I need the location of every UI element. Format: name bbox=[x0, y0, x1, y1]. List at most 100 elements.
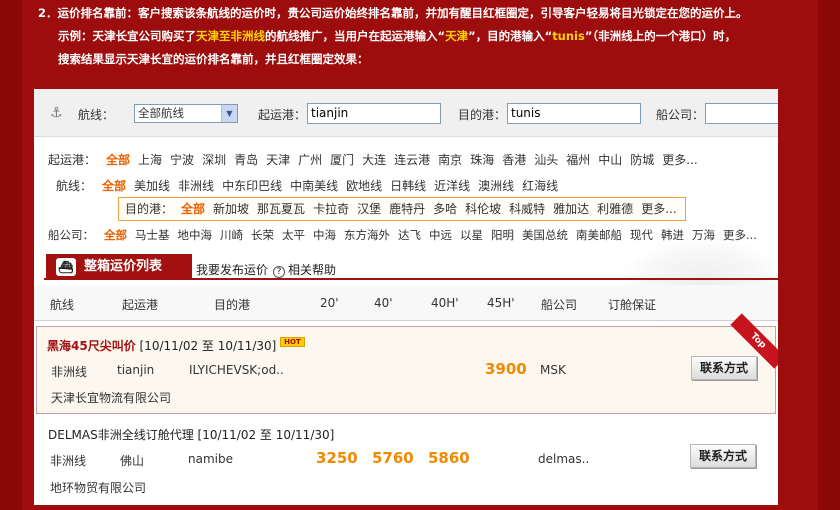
filter-item[interactable]: 非洲线 bbox=[178, 179, 214, 193]
route-select[interactable]: 全部航线 ▼ bbox=[134, 104, 238, 123]
filter-key: 起运港： bbox=[48, 153, 97, 167]
filter-item-all[interactable]: 全部 bbox=[181, 202, 205, 216]
filter-item[interactable]: 中南美线 bbox=[290, 179, 338, 193]
filter-item[interactable]: 以星 bbox=[460, 228, 483, 242]
filter-item[interactable]: 红海线 bbox=[522, 179, 558, 193]
tab-bar: ⛴ 整箱运价列表 我要发布运价 ? 相关帮助 bbox=[44, 254, 778, 280]
help-link[interactable]: ? 相关帮助 bbox=[273, 261, 336, 278]
filter-item[interactable]: 中海 bbox=[313, 228, 336, 242]
filter-item[interactable]: 澳洲线 bbox=[478, 179, 514, 193]
filter-item[interactable]: 雅加达 bbox=[553, 202, 589, 216]
filter-more[interactable]: 更多... bbox=[641, 202, 676, 216]
intro-text-part: ”，目的港输入“ bbox=[468, 29, 553, 43]
filter-item-all[interactable]: 全部 bbox=[106, 153, 130, 167]
filter-item[interactable]: 香港 bbox=[502, 153, 526, 167]
filter-item[interactable]: 中远 bbox=[429, 228, 452, 242]
search-bar: ⚓ 航线： 全部航线 ▼ 起运港： tianjin 目的港： tunis 船公司： bbox=[34, 89, 778, 137]
row-company[interactable]: 天津长宜物流有限公司 bbox=[51, 389, 171, 406]
filter-item[interactable]: 鹿特丹 bbox=[389, 202, 425, 216]
filter-item[interactable]: 日韩线 bbox=[390, 179, 426, 193]
filter-item[interactable]: 欧地线 bbox=[346, 179, 382, 193]
filter-item[interactable]: 阳明 bbox=[491, 228, 514, 242]
filter-item[interactable]: 中山 bbox=[598, 153, 622, 167]
filter-item[interactable]: 厦门 bbox=[330, 153, 354, 167]
filter-item[interactable]: 现代 bbox=[630, 228, 653, 242]
row-dates: [10/11/02 至 10/11/30] bbox=[197, 428, 335, 442]
publish-rate-link[interactable]: 我要发布运价 bbox=[196, 261, 268, 278]
carrier-input[interactable] bbox=[705, 103, 778, 124]
filter-item[interactable]: 那瓦夏瓦 bbox=[257, 202, 305, 216]
filter-key: 航线： bbox=[56, 179, 93, 193]
filter-item[interactable]: 达飞 bbox=[398, 228, 421, 242]
row-title-text: DELMAS非洲全线订舱代理 bbox=[48, 428, 194, 442]
row-carrier: delmas.. bbox=[538, 452, 590, 466]
contact-button[interactable]: 联系方式 bbox=[690, 444, 756, 468]
filter-item[interactable]: 南美邮船 bbox=[576, 228, 622, 242]
filter-item[interactable]: 大连 bbox=[362, 153, 386, 167]
filter-item-all[interactable]: 全部 bbox=[102, 179, 126, 193]
filter-item[interactable]: 韩进 bbox=[661, 228, 684, 242]
price-45h: 3900 bbox=[485, 360, 527, 378]
intro-line-2: 示例：天津长宜公司购买了天津至非洲线的航线推广，当用户在起运港输入“天津”，目的… bbox=[38, 25, 828, 48]
filter-item[interactable]: 利雅德 bbox=[597, 202, 633, 216]
filter-item[interactable]: 美国总统 bbox=[522, 228, 568, 242]
filter-item[interactable]: 多哈 bbox=[433, 202, 457, 216]
filter-item[interactable]: 科威特 bbox=[509, 202, 545, 216]
filter-item[interactable]: 太平 bbox=[282, 228, 305, 242]
row-route: 非洲线 bbox=[50, 454, 87, 468]
dest-filter-row: 目的港： 全部 新加坡 那瓦夏瓦 卡拉奇 汉堡 鹿特丹 多哈 科伦坡 科威特 雅加达 利雅德 更多... bbox=[118, 197, 686, 221]
right-frame bbox=[818, 0, 840, 510]
filter-item[interactable]: 中东印巴线 bbox=[222, 179, 282, 193]
filter-item[interactable]: 宁波 bbox=[170, 153, 194, 167]
filter-item[interactable]: 汕头 bbox=[534, 153, 558, 167]
filter-item[interactable]: 深圳 bbox=[202, 153, 226, 167]
dest-input[interactable]: tunis bbox=[507, 103, 641, 124]
ship-icon: ⛴ bbox=[56, 258, 76, 276]
filter-item[interactable]: 万海 bbox=[692, 228, 715, 242]
price-20: 3250 bbox=[316, 449, 358, 467]
filter-item[interactable]: 马士基 bbox=[135, 228, 170, 242]
anchor-icon: ⚓ bbox=[50, 105, 63, 121]
col-20: 20' bbox=[320, 296, 339, 310]
filter-item[interactable]: 上海 bbox=[138, 153, 162, 167]
filter-item[interactable]: 卡拉奇 bbox=[313, 202, 349, 216]
filter-item[interactable]: 防城 bbox=[630, 153, 654, 167]
filter-item[interactable]: 广州 bbox=[298, 153, 322, 167]
filter-more[interactable]: 更多... bbox=[662, 153, 697, 167]
filter-item[interactable]: 科伦坡 bbox=[465, 202, 501, 216]
intro-line-1: 2．运价排名靠前：客户搜索该条航线的运价时，贵公司运价始终排名靠前，并加有醒目红… bbox=[38, 6, 748, 20]
filter-item-all[interactable]: 全部 bbox=[104, 228, 127, 242]
filter-item[interactable]: 川崎 bbox=[220, 228, 243, 242]
contact-button[interactable]: 联系方式 bbox=[691, 356, 757, 380]
chevron-down-icon[interactable]: ▼ bbox=[221, 105, 237, 122]
row-dest: namibe bbox=[188, 452, 233, 466]
filter-item[interactable]: 珠海 bbox=[470, 153, 494, 167]
filter-item[interactable]: 东方海外 bbox=[344, 228, 390, 242]
table-header: 航线 起运港 目的港 20' 40' 40H' 45H' 船公司 订舱保证 bbox=[34, 285, 778, 321]
filter-item[interactable]: 汉堡 bbox=[357, 202, 381, 216]
origin-input[interactable]: tianjin bbox=[307, 103, 441, 124]
row-title[interactable]: 黑海45尺尖叫价 [10/11/02 至 10/11/30] HOT bbox=[47, 337, 305, 354]
filter-item[interactable]: 南京 bbox=[438, 153, 462, 167]
col-40h: 40H' bbox=[431, 296, 459, 310]
filter-more[interactable]: 更多... bbox=[723, 228, 757, 242]
intro-highlight: 天津至非洲线 bbox=[196, 29, 265, 43]
filter-item[interactable]: 天津 bbox=[266, 153, 290, 167]
filter-item[interactable]: 长荣 bbox=[251, 228, 274, 242]
tab-fcl-rates[interactable]: ⛴ 整箱运价列表 bbox=[46, 254, 192, 280]
filter-item[interactable]: 近洋线 bbox=[434, 179, 470, 193]
origin-filter-row: 起运港： 全部 上海 宁波 深圳 青岛 天津 广州 厦门 大连 连云港 南京 珠海 香港 汕头 福州 中山 防城更… bbox=[48, 151, 706, 168]
col-route: 航线 bbox=[50, 298, 75, 312]
col-carrier: 船公司 bbox=[541, 298, 578, 312]
row-company[interactable]: 地环物贸有限公司 bbox=[50, 479, 146, 496]
filter-item[interactable]: 美加线 bbox=[134, 179, 170, 193]
row-title[interactable]: DELMAS非洲全线订舱代理 [10/11/02 至 10/11/30] bbox=[48, 426, 334, 443]
filter-item[interactable]: 地中海 bbox=[178, 228, 213, 242]
hot-badge: HOT bbox=[280, 337, 305, 347]
intro-text-part: 示例：天津长宜公司购买了 bbox=[58, 29, 196, 43]
filter-item[interactable]: 青岛 bbox=[234, 153, 258, 167]
filter-item[interactable]: 福州 bbox=[566, 153, 590, 167]
carrier-filter-row: 船公司： 全部 马士基 地中海 川崎 长荣 太平 中海 东方海外 达飞 中远 以星 阳明 美国总统 南美邮船… bbox=[48, 227, 765, 243]
filter-item[interactable]: 新加坡 bbox=[213, 202, 249, 216]
filter-item[interactable]: 连云港 bbox=[394, 153, 430, 167]
